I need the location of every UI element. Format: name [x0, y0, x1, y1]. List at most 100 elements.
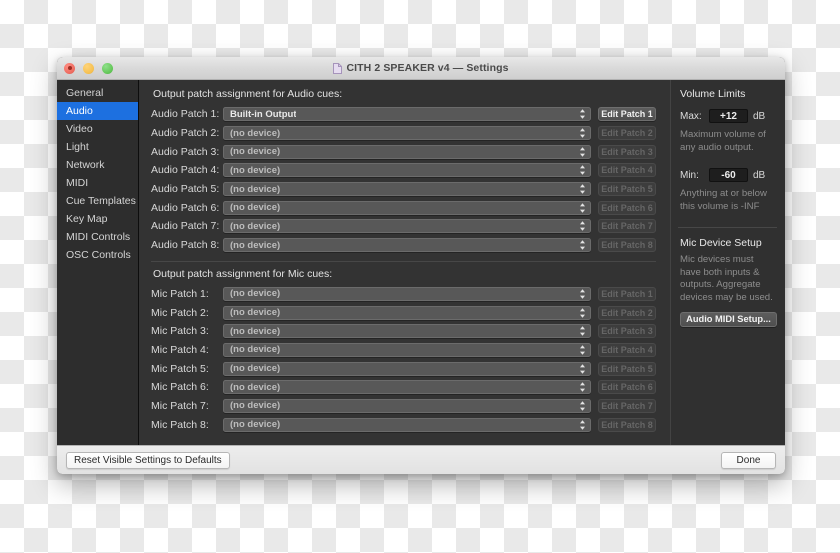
- stepper-arrows-icon[interactable]: [579, 288, 586, 300]
- mic-patch-label: Mic Patch 5:: [151, 362, 209, 375]
- mic-patch-row: Mic Patch 8: (no device) Edit Patch 8: [151, 415, 656, 434]
- audio-patch-device-value: (no device): [230, 239, 281, 251]
- stepper-arrows-icon[interactable]: [579, 164, 586, 176]
- settings-window: CITH 2 SPEAKER v4 — Settings General Audi…: [57, 57, 785, 474]
- min-volume-help: Anything at or below this volume is -INF: [680, 188, 767, 212]
- max-volume-input[interactable]: +12: [709, 109, 748, 123]
- audio-patch-device-select[interactable]: Built-in Output: [223, 107, 591, 122]
- max-volume-help: Maximum volume of any audio output.: [680, 129, 766, 153]
- stepper-arrows-icon[interactable]: [579, 400, 586, 412]
- stepper-arrows-icon[interactable]: [579, 344, 586, 356]
- close-button[interactable]: [64, 62, 75, 74]
- mic-patch-device-value: (no device): [230, 344, 281, 356]
- sidebar-item-general[interactable]: General: [57, 84, 138, 102]
- sidebar-item-osc-controls[interactable]: OSC Controls: [57, 246, 138, 264]
- audio-patch-device-select[interactable]: (no device): [223, 126, 591, 141]
- sidebar-item-light[interactable]: Light: [57, 138, 138, 156]
- mic-patch-device-select[interactable]: (no device): [223, 417, 591, 432]
- audio-patch-label: Audio Patch 6:: [151, 201, 220, 214]
- mic-patch-device-value: (no device): [230, 419, 281, 431]
- sidebar-item-label: Key Map: [66, 213, 108, 225]
- mic-patch-row: Mic Patch 5: (no device) Edit Patch 5: [151, 359, 656, 378]
- mic-patch-device-value: (no device): [230, 325, 281, 337]
- audio-patch-label: Audio Patch 4:: [151, 164, 220, 177]
- audio-section-heading: Output patch assignment for Audio cues:: [153, 88, 343, 100]
- mic-patch-device-select[interactable]: (no device): [223, 380, 591, 395]
- stepper-arrows-icon[interactable]: [579, 239, 586, 251]
- mic-patch-label: Mic Patch 3:: [151, 325, 209, 338]
- stepper-arrows-icon[interactable]: [579, 146, 586, 158]
- max-volume-unit: dB: [753, 110, 766, 122]
- audio-patch-label: Audio Patch 5:: [151, 183, 220, 196]
- audio-patch-label: Audio Patch 7:: [151, 220, 220, 233]
- mic-patch-device-value: (no device): [230, 307, 281, 319]
- audio-edit-patch-button[interactable]: Edit Patch 1: [598, 107, 656, 122]
- audio-patch-device-select[interactable]: (no device): [223, 163, 591, 178]
- sidebar-item-audio[interactable]: Audio: [57, 102, 138, 120]
- mic-patch-device-select[interactable]: (no device): [223, 361, 591, 376]
- audio-patch-row: Audio Patch 3: (no device) Edit Patch 3: [151, 142, 656, 161]
- sidebar-item-label: Network: [66, 159, 105, 171]
- mic-patch-label: Mic Patch 1:: [151, 287, 209, 300]
- audio-patch-device-select[interactable]: (no device): [223, 182, 591, 197]
- audio-patch-device-select[interactable]: (no device): [223, 219, 591, 234]
- stepper-arrows-icon[interactable]: [579, 363, 586, 375]
- window-title-group: CITH 2 SPEAKER v4 — Settings: [57, 62, 785, 74]
- stepper-arrows-icon[interactable]: [579, 381, 586, 393]
- audio-patch-device-select[interactable]: (no device): [223, 238, 591, 253]
- audio-patch-row: Audio Patch 5: (no device) Edit Patch 5: [151, 180, 656, 199]
- audio-patch-device-value: (no device): [230, 164, 281, 176]
- audio-patch-label: Audio Patch 1:: [151, 108, 220, 121]
- mic-section-heading: Output patch assignment for Mic cues:: [153, 267, 333, 280]
- stepper-arrows-icon[interactable]: [579, 419, 586, 431]
- mic-patch-device-select[interactable]: (no device): [223, 324, 591, 339]
- reset-visible-settings-button[interactable]: Reset Visible Settings to Defaults: [66, 451, 230, 469]
- audio-patch-device-select[interactable]: (no device): [223, 200, 591, 215]
- mic-patch-device-select[interactable]: (no device): [223, 398, 591, 413]
- sidebar-item-key-map[interactable]: Key Map: [57, 210, 138, 228]
- stepper-arrows-icon[interactable]: [579, 220, 586, 232]
- audio-edit-patch-button: Edit Patch 7: [598, 219, 656, 234]
- stepper-arrows-icon[interactable]: [579, 325, 586, 337]
- min-volume-unit: dB: [753, 169, 766, 181]
- sidebar-item-midi-controls[interactable]: MIDI Controls: [57, 228, 138, 246]
- mic-patch-device-value: (no device): [230, 400, 281, 412]
- audio-patch-label: Audio Patch 3:: [151, 145, 220, 158]
- min-volume-input[interactable]: -60: [709, 168, 748, 182]
- audio-patch-row: Audio Patch 6: (no device) Edit Patch 6: [151, 198, 656, 217]
- sidebar-item-midi[interactable]: MIDI: [57, 174, 138, 192]
- settings-right-panel: Volume Limits Max: +12 dB Maximum volume…: [670, 80, 785, 445]
- mic-edit-patch-button: Edit Patch 8: [598, 417, 656, 432]
- window-titlebar[interactable]: CITH 2 SPEAKER v4 — Settings: [57, 57, 785, 80]
- stepper-arrows-icon[interactable]: [579, 307, 586, 319]
- sidebar-item-network[interactable]: Network: [57, 156, 138, 174]
- sidebar-item-label: MIDI Controls: [66, 231, 131, 243]
- stepper-arrows-icon[interactable]: [579, 108, 586, 120]
- mic-patch-device-select[interactable]: (no device): [223, 342, 591, 357]
- patch-assignment-area: Output patch assignment for Audio cues: …: [139, 80, 670, 445]
- mic-edit-patch-button: Edit Patch 7: [598, 398, 656, 413]
- stepper-arrows-icon[interactable]: [579, 183, 586, 195]
- mic-patch-device-select[interactable]: (no device): [223, 305, 591, 320]
- sidebar-item-label: General: [66, 87, 104, 99]
- mic-edit-patch-button: Edit Patch 2: [598, 305, 656, 320]
- stepper-arrows-icon[interactable]: [579, 127, 586, 139]
- settings-sidebar: General Audio Video Light Network MIDI Cue Tem…: [57, 80, 139, 445]
- sidebar-item-label: Audio: [66, 105, 93, 117]
- audio-midi-setup-button[interactable]: Audio MIDI Setup...: [680, 312, 777, 327]
- audio-patch-device-select[interactable]: (no device): [223, 144, 591, 159]
- stepper-arrows-icon[interactable]: [579, 202, 586, 214]
- mic-patch-device-value: (no device): [230, 363, 281, 375]
- mic-patch-device-select[interactable]: (no device): [223, 286, 591, 301]
- traffic-lights: [64, 57, 113, 79]
- audio-patch-label: Audio Patch 2:: [151, 127, 220, 140]
- done-button[interactable]: Done: [721, 451, 776, 469]
- sidebar-item-cue-templates[interactable]: Cue Templates: [57, 192, 138, 210]
- mic-edit-patch-button: Edit Patch 3: [598, 324, 656, 339]
- zoom-button[interactable]: [102, 62, 113, 74]
- mic-patch-label: Mic Patch 7:: [151, 399, 209, 412]
- sidebar-item-video[interactable]: Video: [57, 120, 138, 138]
- minimize-button[interactable]: [83, 62, 94, 74]
- mic-patch-label: Mic Patch 2:: [151, 306, 209, 319]
- mic-edit-patch-button: Edit Patch 4: [598, 342, 656, 357]
